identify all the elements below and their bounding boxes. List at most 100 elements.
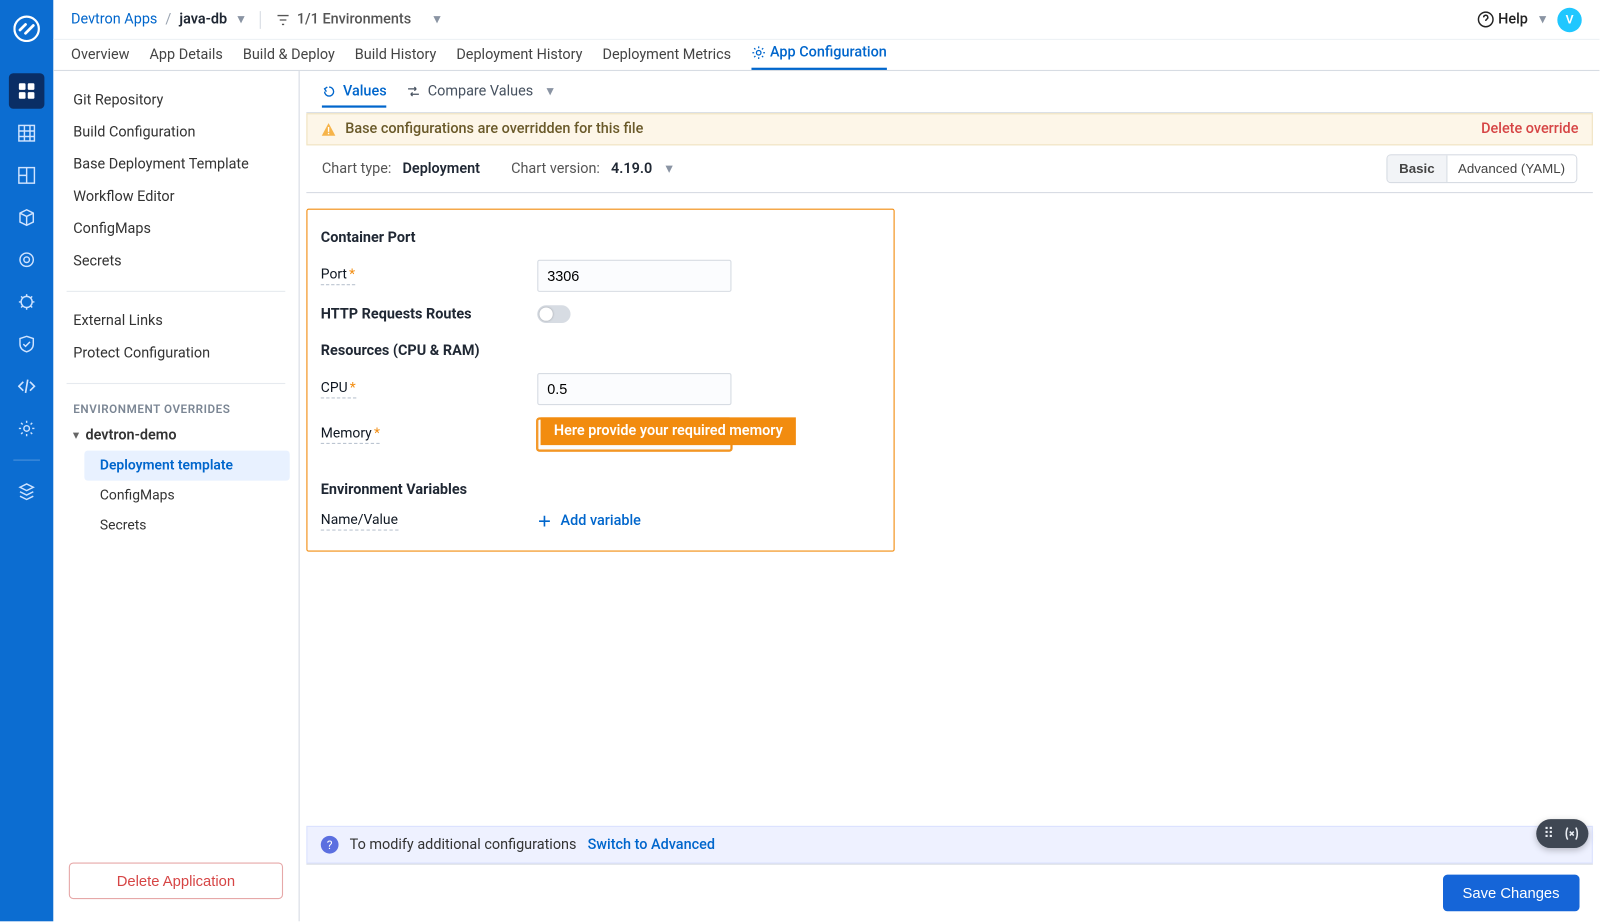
app-tabs: Overview App Details Build & Deploy Buil… [53, 40, 1599, 71]
delete-application-button[interactable]: Delete Application [69, 862, 283, 899]
sidebar-item-workflow-editor[interactable]: Workflow Editor [53, 181, 298, 213]
banner-text: Base configurations are overridden for t… [345, 121, 643, 138]
value-subtabs: Values Compare Values ▾ [306, 78, 1592, 114]
breadcrumb: Devtron Apps / java-db ▾ [71, 11, 245, 28]
rail-apps[interactable] [9, 73, 45, 109]
sidebar-divider [67, 383, 286, 384]
subtab-compare-values[interactable]: Compare Values ▾ [407, 83, 554, 107]
chevron-down-icon: ▾ [666, 160, 673, 177]
rail-helm-icon[interactable] [9, 284, 45, 320]
tab-label: App Configuration [770, 44, 887, 61]
gear-icon [751, 46, 765, 60]
chart-type-value: Deployment [403, 160, 480, 177]
rail-stack-icon[interactable] [9, 474, 45, 510]
bottom-bar: Save Changes [306, 864, 1592, 922]
tab-build-history[interactable]: Build History [355, 47, 437, 70]
separator [260, 11, 261, 29]
chevron-down-icon: ▾ [547, 83, 554, 100]
save-changes-button[interactable]: Save Changes [1443, 875, 1580, 912]
tab-build-deploy[interactable]: Build & Deploy [243, 47, 335, 70]
memory-label: Memory* [321, 425, 380, 444]
floating-variable-widget[interactable]: ⠿ [1537, 819, 1589, 848]
info-icon: ? [321, 836, 339, 854]
section-resources: Resources (CPU & RAM) [321, 343, 880, 360]
sidebar-item-git-repository[interactable]: Git Repository [53, 84, 298, 116]
cpu-label: CPU* [321, 380, 356, 399]
filter-icon [277, 13, 290, 26]
rail-code-icon[interactable] [9, 369, 45, 405]
rail-shield-icon[interactable] [9, 326, 45, 362]
breadcrumb-app[interactable]: java-db [179, 11, 227, 28]
rail-grid-icon[interactable] [9, 115, 45, 151]
chevron-down-icon: ▾ [1539, 11, 1546, 28]
cpu-input[interactable] [537, 373, 731, 405]
rail-separator [13, 460, 40, 461]
add-variable-button[interactable]: Add variable [537, 513, 641, 530]
env-filter[interactable]: 1/1 Environments ▾ [277, 11, 441, 28]
rail-target-icon[interactable] [9, 242, 45, 278]
info-text: To modify additional configurations [350, 836, 577, 853]
env-child-deployment-template[interactable]: Deployment template [84, 451, 289, 481]
env-child-configmaps[interactable]: ConfigMaps [84, 481, 298, 511]
config-sidebar: Git Repository Build Configuration Base … [53, 71, 299, 921]
rail-cube-icon[interactable] [9, 200, 45, 236]
breadcrumb-root[interactable]: Devtron Apps [71, 11, 157, 28]
mode-segment: Basic Advanced (YAML) [1387, 154, 1577, 183]
chart-version-value: 4.19.0 [611, 160, 652, 177]
switch-to-advanced-link[interactable]: Switch to Advanced [588, 836, 715, 853]
override-banner: Base configurations are overridden for t… [306, 113, 1592, 145]
namevalue-label: Name/Value [321, 512, 398, 531]
drag-handle-icon: ⠿ [1543, 825, 1555, 842]
nav-rail [0, 0, 53, 921]
tab-deployment-metrics[interactable]: Deployment Metrics [602, 47, 731, 70]
chevron-down-icon: ▾ [433, 11, 440, 28]
sidebar-item-protect-configuration[interactable]: Protect Configuration [53, 337, 298, 369]
main-panel: Values Compare Values ▾ Base configurati… [300, 71, 1600, 921]
help-icon [1477, 11, 1494, 28]
tab-app-details[interactable]: App Details [150, 47, 223, 70]
avatar[interactable]: V [1557, 7, 1581, 31]
chart-version-label: Chart version: [511, 160, 600, 177]
chart-type-label: Chart type: [322, 160, 392, 177]
config-card: Container Port Port* HTTP Requests Route… [306, 209, 894, 552]
help-button[interactable]: Help ▾ [1477, 11, 1546, 28]
memory-tooltip: Here provide your required memory [541, 417, 797, 445]
env-name: devtron-demo [86, 427, 177, 444]
chart-bar: Chart type: Deployment Chart version: 4.… [306, 145, 1592, 193]
env-filter-label: 1/1 Environments [297, 11, 411, 28]
seg-advanced[interactable]: Advanced (YAML) [1446, 155, 1576, 182]
chart-version-select[interactable]: 4.19.0 ▾ [611, 160, 673, 177]
rail-gear-icon[interactable] [9, 411, 45, 447]
port-input[interactable] [537, 260, 731, 292]
rail-layout-icon[interactable] [9, 158, 45, 194]
plus-icon [537, 514, 551, 528]
sidebar-divider [67, 291, 286, 292]
sidebar-item-build-configuration[interactable]: Build Configuration [53, 117, 298, 149]
chevron-down-icon: ▾ [73, 430, 79, 442]
subtab-label: Compare Values [428, 83, 534, 100]
delete-override-link[interactable]: Delete override [1481, 121, 1578, 138]
sidebar-item-secrets[interactable]: Secrets [53, 245, 298, 277]
env-tree-item[interactable]: ▾ devtron-demo [53, 421, 298, 451]
logo-icon [11, 13, 42, 44]
add-variable-label: Add variable [561, 513, 641, 530]
tab-app-configuration[interactable]: App Configuration [751, 44, 887, 70]
env-child-secrets[interactable]: Secrets [84, 511, 298, 541]
variable-icon [1562, 824, 1582, 844]
chevron-down-icon[interactable]: ▾ [237, 11, 244, 28]
subtab-values[interactable]: Values [322, 83, 387, 107]
seg-basic[interactable]: Basic [1388, 155, 1446, 182]
tab-overview[interactable]: Overview [71, 47, 130, 70]
sidebar-section-title: ENVIRONMENT OVERRIDES [53, 393, 298, 421]
compare-icon [407, 84, 421, 98]
section-container-port: Container Port [321, 230, 880, 247]
port-label: Port* [321, 266, 355, 285]
sidebar-item-configmaps[interactable]: ConfigMaps [53, 213, 298, 245]
sidebar-item-external-links[interactable]: External Links [53, 305, 298, 337]
http-routes-toggle[interactable] [537, 305, 570, 323]
tab-deployment-history[interactable]: Deployment History [456, 47, 582, 70]
http-routes-label: HTTP Requests Routes [321, 306, 472, 323]
subtab-label: Values [343, 83, 387, 100]
warning-icon [321, 122, 337, 138]
sidebar-item-base-deployment-template[interactable]: Base Deployment Template [53, 149, 298, 181]
